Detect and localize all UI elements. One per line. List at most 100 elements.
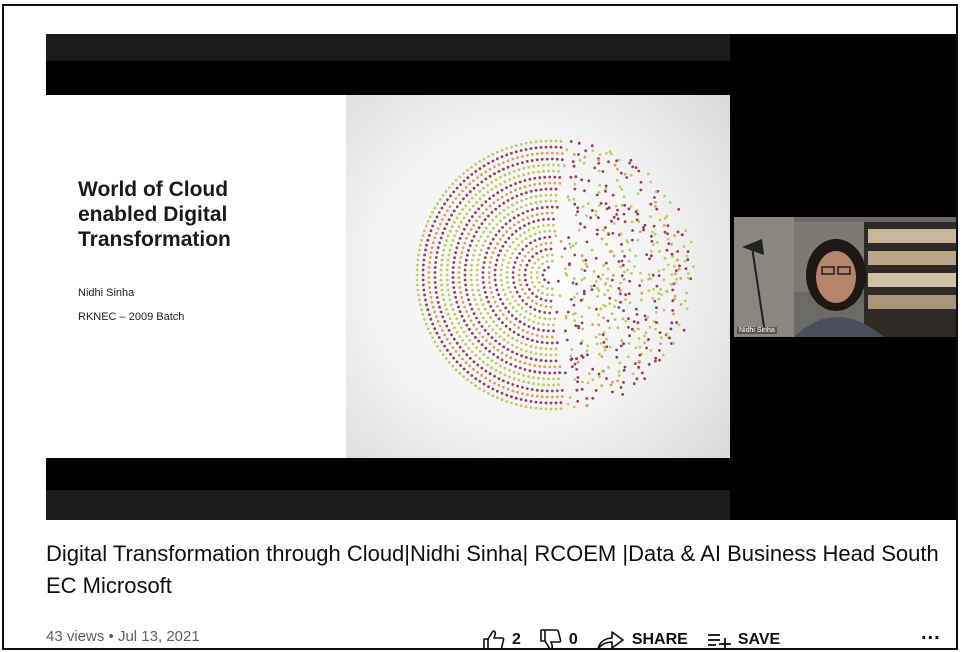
pattern-dot <box>568 262 571 265</box>
pattern-dot <box>445 337 449 341</box>
pattern-dot <box>508 219 512 223</box>
share-button[interactable]: SHARE <box>596 629 688 648</box>
pattern-dot <box>581 259 585 263</box>
pattern-dot <box>671 288 675 292</box>
dislike-button[interactable]: 0 <box>539 629 578 648</box>
pattern-dot <box>482 382 486 386</box>
pattern-dot <box>598 333 601 336</box>
pattern-dot <box>531 266 534 269</box>
pattern-dot <box>457 271 461 274</box>
pattern-dot <box>515 346 519 349</box>
pattern-dot <box>500 391 504 395</box>
pattern-dot <box>535 252 538 255</box>
pattern-dot <box>540 389 544 393</box>
pattern-dot <box>465 334 469 338</box>
pattern-dot <box>480 325 484 328</box>
save-button[interactable]: SAVE <box>706 629 780 648</box>
pattern-dot <box>672 312 675 316</box>
pattern-dot <box>446 312 450 316</box>
more-actions-button[interactable]: ... <box>921 622 941 645</box>
pattern-dot <box>486 191 490 194</box>
pattern-dot <box>500 148 504 152</box>
pattern-dot <box>532 326 536 330</box>
pattern-dot <box>583 269 587 272</box>
pattern-dot <box>545 211 549 215</box>
like-button[interactable]: 2 <box>482 629 521 648</box>
pattern-dot <box>518 366 522 370</box>
pattern-dot <box>542 218 545 221</box>
pattern-dot <box>538 364 542 368</box>
pattern-dot <box>542 224 545 228</box>
pattern-dot <box>532 165 535 168</box>
pattern-dot <box>460 314 464 318</box>
pattern-dot <box>622 342 625 346</box>
pattern-dot <box>452 337 456 341</box>
pattern-dot <box>539 194 543 197</box>
pattern-dot <box>662 224 666 227</box>
like-count: 2 <box>512 631 521 648</box>
pattern-dot <box>611 380 614 384</box>
pattern-dot <box>527 375 530 378</box>
pattern-dot <box>461 246 465 250</box>
pattern-dot <box>466 168 469 172</box>
pattern-dot <box>586 202 590 206</box>
pattern-dot <box>515 256 519 260</box>
pattern-dot <box>622 277 626 281</box>
pattern-dot <box>463 241 467 245</box>
pattern-dot <box>610 278 614 282</box>
pattern-dot <box>484 170 488 174</box>
pattern-dot <box>527 228 531 232</box>
pattern-dot <box>527 172 530 175</box>
pattern-dot <box>571 244 575 248</box>
pattern-dot <box>482 286 486 289</box>
pattern-dot <box>559 407 563 410</box>
pattern-dot <box>427 234 431 237</box>
pattern-dot <box>445 308 448 311</box>
pattern-dot <box>499 249 502 253</box>
pattern-dot <box>521 248 525 251</box>
pattern-dot <box>549 145 553 149</box>
pattern-dot <box>620 259 624 263</box>
pattern-dot <box>544 305 548 308</box>
pattern-dot <box>630 327 634 331</box>
pattern-dot <box>542 383 545 387</box>
pattern-dot <box>486 183 489 187</box>
pattern-dot <box>498 309 502 312</box>
pattern-dot <box>529 344 533 348</box>
pattern-dot <box>439 268 443 272</box>
pattern-dot <box>591 149 595 152</box>
pattern-dot <box>597 289 601 292</box>
pattern-dot <box>557 169 560 173</box>
pattern-dot <box>449 194 452 198</box>
pattern-dot <box>529 241 532 245</box>
pattern-dot <box>481 211 485 215</box>
pattern-dot <box>650 254 653 258</box>
video-player[interactable]: World of Cloud enabled Digital Transform… <box>46 34 956 520</box>
pattern-dot <box>524 197 528 201</box>
pattern-dot <box>638 353 642 357</box>
pattern-dot <box>539 140 543 143</box>
pattern-dot <box>515 201 519 204</box>
pattern-dot <box>468 303 472 306</box>
pattern-dot <box>464 361 468 364</box>
pattern-dot <box>591 378 595 382</box>
pattern-dot <box>513 223 516 227</box>
pattern-dot <box>548 365 552 369</box>
pattern-dot <box>539 401 543 404</box>
pattern-dot <box>594 209 598 213</box>
pattern-dot <box>549 187 553 191</box>
pattern-dot <box>676 250 679 253</box>
pattern-dot <box>496 389 499 393</box>
pattern-dot <box>467 298 470 302</box>
pattern-dot <box>597 372 601 376</box>
pattern-dot <box>558 371 562 374</box>
pattern-dot <box>642 228 646 232</box>
pattern-dot <box>494 331 498 335</box>
pattern-dot <box>452 190 456 194</box>
pattern-dot <box>496 150 499 154</box>
pattern-dot <box>539 200 543 204</box>
pattern-dot <box>484 346 488 350</box>
pattern-dot <box>571 281 575 285</box>
pattern-dot <box>679 303 683 306</box>
pattern-dot <box>550 335 554 339</box>
